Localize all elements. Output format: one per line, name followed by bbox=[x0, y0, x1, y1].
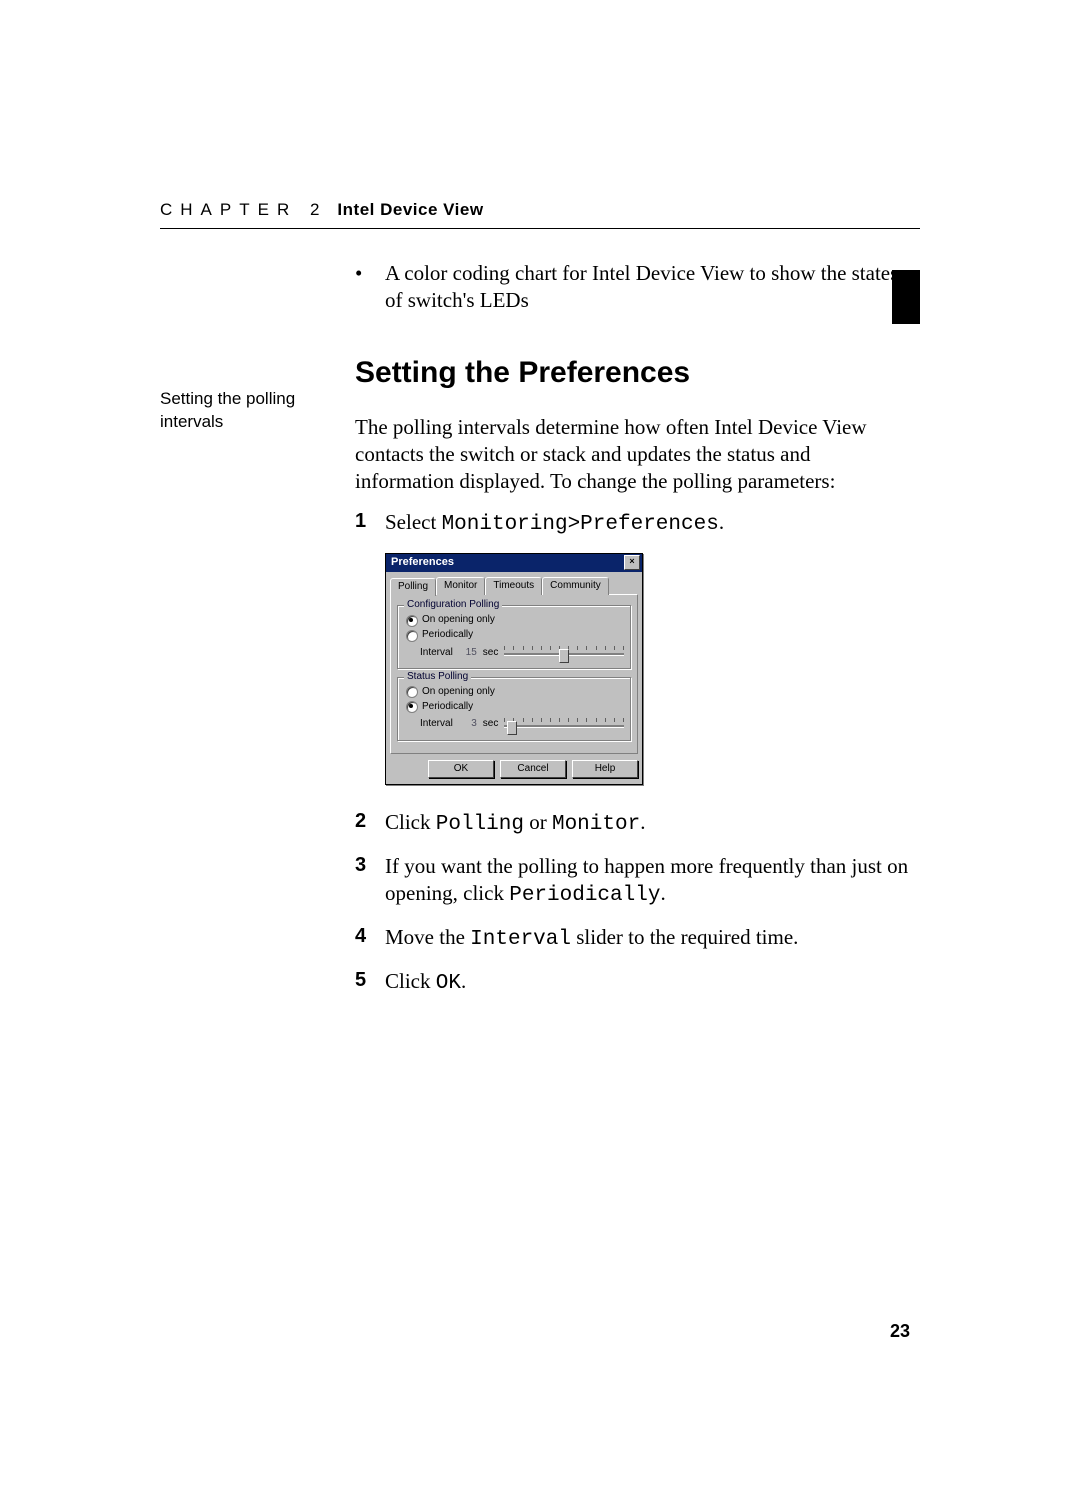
code-text: Periodically bbox=[509, 884, 660, 907]
page-number: 23 bbox=[890, 1321, 910, 1342]
margin-note: Setting the polling intervals bbox=[160, 388, 335, 434]
radio-on-opening-only[interactable] bbox=[406, 615, 418, 627]
code-text: Polling bbox=[436, 813, 524, 836]
radio-on-opening-only[interactable] bbox=[406, 686, 418, 698]
interval-slider[interactable] bbox=[504, 718, 624, 732]
step-number: 4 bbox=[355, 924, 385, 954]
close-icon[interactable]: × bbox=[624, 555, 640, 570]
bullet-text: A color coding chart for Intel Device Vi… bbox=[385, 260, 910, 314]
interval-label: Interval bbox=[406, 647, 453, 660]
radio-periodically[interactable] bbox=[406, 701, 418, 713]
code-text: Monitoring>Preferences bbox=[442, 513, 719, 536]
bullet-dot-icon: • bbox=[355, 260, 385, 314]
page-header: CHAPTER 2 Intel Device View bbox=[160, 200, 920, 229]
step-1: 1 Select Monitoring>Preferences. bbox=[355, 509, 910, 539]
interval-value: 15 bbox=[459, 647, 477, 660]
ok-button[interactable]: OK bbox=[428, 760, 494, 779]
step-number: 2 bbox=[355, 809, 385, 839]
tab-monitor[interactable]: Monitor bbox=[436, 577, 485, 596]
tab-community[interactable]: Community bbox=[542, 577, 609, 596]
dialog-title: Preferences bbox=[391, 555, 454, 569]
section-heading: Setting the Preferences bbox=[355, 354, 910, 392]
cancel-button[interactable]: Cancel bbox=[500, 760, 566, 779]
interval-unit: sec bbox=[483, 718, 499, 731]
intro-paragraph: The polling intervals determine how ofte… bbox=[355, 414, 910, 495]
step-number: 1 bbox=[355, 509, 385, 539]
dialog-titlebar: Preferences × bbox=[386, 554, 642, 572]
radio-label: Periodically bbox=[422, 701, 473, 714]
tab-timeouts[interactable]: Timeouts bbox=[485, 577, 542, 596]
radio-label: On opening only bbox=[422, 614, 495, 627]
interval-label: Interval bbox=[406, 718, 453, 731]
radio-label: Periodically bbox=[422, 629, 473, 642]
chapter-title: Intel Device View bbox=[337, 200, 483, 220]
interval-value: 3 bbox=[459, 718, 477, 731]
chapter-label: CHAPTER 2 bbox=[160, 200, 327, 220]
step-3: 3 If you want the polling to happen more… bbox=[355, 853, 910, 910]
step-2: 2 Click Polling or Monitor. bbox=[355, 809, 910, 839]
step-4: 4 Move the Interval slider to the requir… bbox=[355, 924, 910, 954]
code-text: Interval bbox=[470, 928, 571, 951]
group-status-polling: Status Polling On opening only Periodica… bbox=[397, 677, 631, 741]
code-text: OK bbox=[436, 972, 461, 995]
step-number: 3 bbox=[355, 853, 385, 910]
step-number: 5 bbox=[355, 968, 385, 998]
interval-unit: sec bbox=[483, 647, 499, 660]
group-configuration-polling: Configuration Polling On opening only Pe… bbox=[397, 605, 631, 669]
tab-polling[interactable]: Polling bbox=[390, 578, 436, 597]
radio-label: On opening only bbox=[422, 686, 495, 699]
preferences-dialog: Preferences × Polling Monitor Timeouts C… bbox=[385, 553, 643, 786]
radio-periodically[interactable] bbox=[406, 630, 418, 642]
group-label: Configuration Polling bbox=[404, 599, 502, 612]
interval-slider[interactable] bbox=[504, 646, 624, 660]
bullet-item: • A color coding chart for Intel Device … bbox=[355, 260, 910, 314]
code-text: Monitor bbox=[552, 813, 640, 836]
group-label: Status Polling bbox=[404, 671, 471, 684]
help-button[interactable]: Help bbox=[572, 760, 638, 779]
tabs-row: Polling Monitor Timeouts Community bbox=[386, 572, 642, 595]
step-5: 5 Click OK. bbox=[355, 968, 910, 998]
